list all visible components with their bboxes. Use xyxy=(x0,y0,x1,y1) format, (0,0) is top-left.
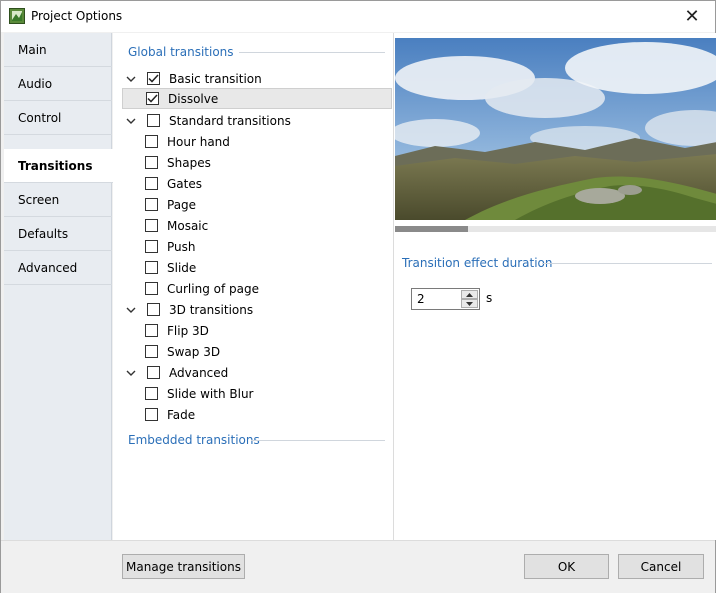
tree-item-row[interactable]: Slide xyxy=(123,257,391,278)
sidebar-item-main[interactable]: Main xyxy=(4,33,112,67)
checkbox-checked[interactable] xyxy=(147,72,160,85)
checkbox[interactable] xyxy=(147,366,160,379)
tree-item-label: Advanced xyxy=(169,365,229,380)
cancel-button[interactable]: Cancel xyxy=(618,554,704,579)
sidebar-item-screen[interactable]: Screen xyxy=(4,183,112,217)
preview-scrollbar[interactable] xyxy=(395,226,716,232)
tree-item-label: 3D transitions xyxy=(169,302,254,317)
sidebar: Main Audio Control Transitions Screen De… xyxy=(4,33,113,540)
tree-item-label: Push xyxy=(167,239,196,254)
chevron-down-icon[interactable] xyxy=(123,71,139,87)
tree-item-label: Page xyxy=(167,197,197,212)
tree-group-row[interactable]: 3D transitions xyxy=(123,299,391,320)
checkbox-checked[interactable] xyxy=(146,92,159,105)
group-divider xyxy=(251,440,385,441)
group-divider xyxy=(542,263,712,264)
checkbox[interactable] xyxy=(145,324,158,337)
app-icon xyxy=(9,8,25,24)
scrollbar-thumb[interactable] xyxy=(395,226,468,232)
tree-item-row[interactable]: Fade xyxy=(123,404,391,425)
window-title: Project Options xyxy=(31,9,123,23)
tree-item-label: Hour hand xyxy=(167,134,230,149)
checkbox[interactable] xyxy=(147,114,160,127)
tree-item-label: Slide xyxy=(167,260,197,275)
duration-header: Transition effect duration xyxy=(402,256,553,270)
sidebar-item-audio[interactable]: Audio xyxy=(4,67,112,101)
global-transitions-header: Global transitions xyxy=(128,45,234,59)
chevron-down-icon[interactable] xyxy=(123,302,139,318)
spin-down-arrow-icon[interactable] xyxy=(461,299,478,308)
checkbox[interactable] xyxy=(145,282,158,295)
title-bar: Project Options ✕ xyxy=(1,1,715,32)
tree-item-row[interactable]: Hour hand xyxy=(123,131,391,152)
dialog-footer: Manage transitions OK Cancel xyxy=(1,540,715,593)
duration-value[interactable]: 2 xyxy=(417,292,425,306)
tree-item-row[interactable]: Gates xyxy=(123,173,391,194)
close-button[interactable]: ✕ xyxy=(669,1,715,32)
tree-group-row[interactable]: Standard transitions xyxy=(123,110,391,131)
tree-item-row[interactable]: Mosaic xyxy=(123,215,391,236)
embedded-transitions-header: Embedded transitions xyxy=(128,433,260,447)
checkbox[interactable] xyxy=(147,303,160,316)
duration-unit: s xyxy=(486,291,493,305)
tree-group-row[interactable]: Basic transition xyxy=(123,68,391,89)
tree-item-row[interactable]: Dissolve xyxy=(122,88,392,109)
preview-panel: Transition effect duration 2 s xyxy=(393,33,716,540)
tree-item-label: Slide with Blur xyxy=(167,386,254,401)
tree-item-label: Gates xyxy=(167,176,202,191)
tree-item-row[interactable]: Push xyxy=(123,236,391,257)
manage-transitions-button[interactable]: Manage transitions xyxy=(122,554,245,579)
tree-group-row[interactable]: Advanced xyxy=(123,362,391,383)
tree-item-row[interactable]: Swap 3D xyxy=(123,341,391,362)
chevron-down-icon[interactable] xyxy=(123,113,139,129)
tree-item-label: Dissolve xyxy=(168,91,219,106)
sidebar-item-control[interactable]: Control xyxy=(4,101,112,135)
tree-item-label: Mosaic xyxy=(167,218,209,233)
tree-item-label: Fade xyxy=(167,407,196,422)
tree-item-label: Basic transition xyxy=(169,71,262,86)
checkbox[interactable] xyxy=(145,387,158,400)
checkbox[interactable] xyxy=(145,240,158,253)
tree-item-label: Standard transitions xyxy=(169,113,291,128)
group-divider xyxy=(239,52,385,53)
spin-up-arrow-icon[interactable] xyxy=(461,290,478,299)
tree-item-row[interactable]: Page xyxy=(123,194,391,215)
checkbox[interactable] xyxy=(145,345,158,358)
tree-item-row[interactable]: Slide with Blur xyxy=(123,383,391,404)
checkbox[interactable] xyxy=(145,135,158,148)
tree-item-row[interactable]: Flip 3D xyxy=(123,320,391,341)
chevron-down-icon[interactable] xyxy=(123,365,139,381)
checkbox[interactable] xyxy=(145,198,158,211)
tree-item-row[interactable]: Curling of page xyxy=(123,278,391,299)
checkbox[interactable] xyxy=(145,177,158,190)
checkbox[interactable] xyxy=(145,219,158,232)
tree-item-label: Curling of page xyxy=(167,281,259,296)
sidebar-item-transitions[interactable]: Transitions xyxy=(4,149,113,183)
checkbox[interactable] xyxy=(145,156,158,169)
ok-button[interactable]: OK xyxy=(524,554,609,579)
checkbox[interactable] xyxy=(145,261,158,274)
tree-item-label: Shapes xyxy=(167,155,211,170)
sidebar-item-defaults[interactable]: Defaults xyxy=(4,217,112,251)
tree-item-label: Flip 3D xyxy=(167,323,209,338)
transitions-panel: Global transitions Basic transition Disso… xyxy=(113,33,393,540)
duration-spinbox[interactable]: 2 xyxy=(411,288,480,310)
transition-preview-image xyxy=(395,38,716,220)
sidebar-item-advanced[interactable]: Advanced xyxy=(4,251,112,285)
checkbox[interactable] xyxy=(145,408,158,421)
project-options-window: Project Options ✕ Main Audio Control Tra… xyxy=(0,0,716,593)
tree-item-label: Swap 3D xyxy=(167,344,221,359)
tree-item-row[interactable]: Shapes xyxy=(123,152,391,173)
